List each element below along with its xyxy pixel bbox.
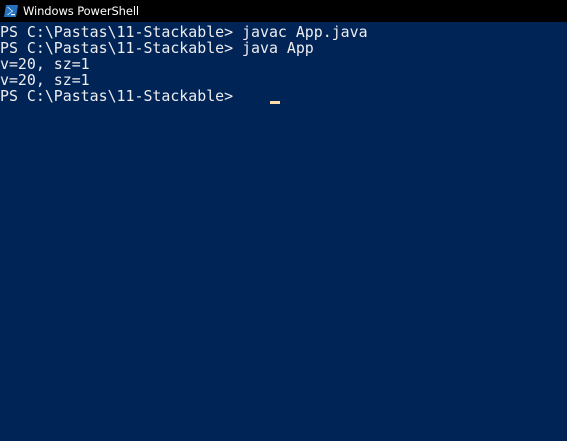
console-output[interactable]: PS C:\Pastas\11-Stackable> javac App.jav… [0, 24, 567, 441]
console-prompt-line: PS C:\Pastas\11-Stackable> [0, 87, 243, 105]
console-line: v=20, sz=1 [0, 71, 90, 89]
powershell-window: Windows PowerShell PS C:\Pastas\11-Stack… [0, 0, 567, 441]
title-bar[interactable]: Windows PowerShell [0, 0, 567, 22]
powershell-icon [4, 5, 18, 17]
console-line: v=20, sz=1 [0, 55, 90, 73]
text-cursor [270, 101, 280, 104]
console-line: PS C:\Pastas\11-Stackable> java App [0, 39, 314, 57]
window-title: Windows PowerShell [23, 4, 140, 18]
console-line: PS C:\Pastas\11-Stackable> javac App.jav… [0, 23, 368, 41]
